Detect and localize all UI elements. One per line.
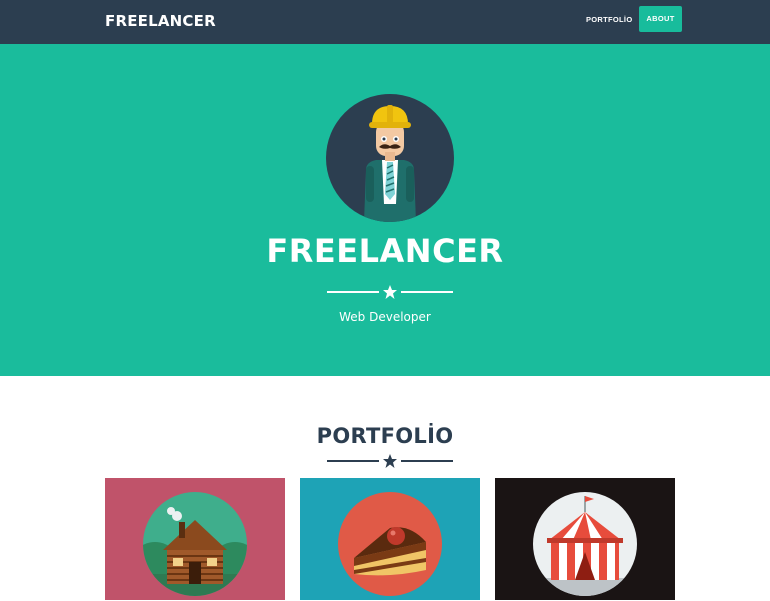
- circus-tent-icon: [533, 492, 637, 596]
- brand-link[interactable]: FREELANCER: [105, 12, 216, 30]
- star-icon: [383, 285, 397, 299]
- hero-header: FREELANCER Web Developer: [0, 44, 770, 376]
- star-icon: [383, 454, 397, 468]
- hero-subtitle: Web Developer: [339, 310, 431, 324]
- cabin-icon: [143, 492, 247, 596]
- nav-link-portfolio[interactable]: PORTFOLİO: [581, 12, 637, 31]
- hero-title: FREELANCER: [266, 232, 504, 270]
- portfolio-divider: [327, 454, 453, 468]
- nav-link-about[interactable]: ABOUT: [639, 6, 682, 32]
- portfolio-item-circus[interactable]: [495, 478, 675, 600]
- portfolio-item-cake[interactable]: [300, 478, 480, 600]
- profile-avatar-icon: [326, 94, 454, 222]
- navbar: FREELANCER PORTFOLİO ABOUT: [0, 0, 770, 44]
- portfolio-title: PORTFOLİO: [316, 424, 454, 448]
- portfolio-item-cabin[interactable]: [105, 478, 285, 600]
- hero-divider: [327, 285, 453, 299]
- cake-icon: [338, 492, 442, 596]
